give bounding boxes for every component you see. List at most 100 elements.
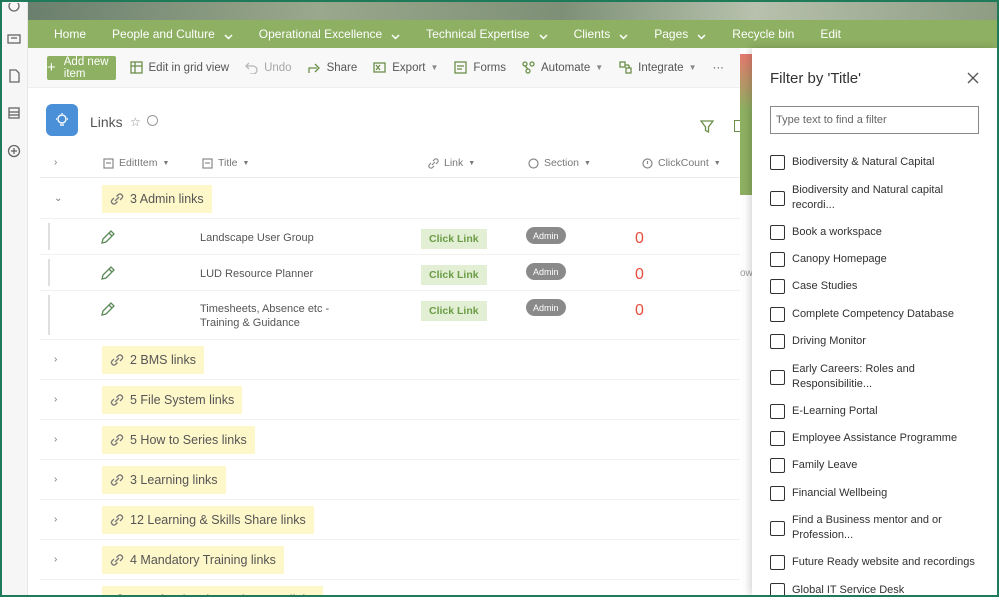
filter-checkbox[interactable]	[770, 555, 785, 570]
column-link[interactable]: Link ▼	[428, 157, 475, 169]
list-title[interactable]: Links	[90, 114, 123, 130]
filter-option[interactable]: Early Careers: Roles and Responsibilitie…	[770, 362, 985, 392]
globe-icon[interactable]	[6, 2, 22, 18]
filter-option[interactable]: Biodiversity and Natural capital recordi…	[770, 183, 985, 213]
row-title[interactable]: Landscape User Group	[200, 231, 400, 245]
more-options-button[interactable]: ···	[713, 62, 725, 74]
chevron-right-icon[interactable]: ›	[54, 434, 57, 445]
chevron-right-icon[interactable]: ›	[54, 354, 57, 365]
filter-checkbox[interactable]	[770, 155, 785, 170]
expand-all-chevron-icon[interactable]: ›	[54, 157, 57, 168]
filter-checkbox[interactable]	[770, 431, 785, 446]
chevron-down-icon[interactable]: ⌄	[54, 193, 62, 204]
filter-option[interactable]: Complete Competency Database	[770, 307, 985, 322]
favorite-star-icon[interactable]: ☆	[130, 115, 141, 129]
row-title[interactable]: LUD Resource Planner	[200, 267, 400, 281]
filter-checkbox[interactable]	[770, 334, 785, 349]
close-icon[interactable]	[967, 72, 981, 86]
filter-checkbox[interactable]	[770, 369, 785, 385]
share-button[interactable]: Share	[307, 61, 357, 74]
news-icon[interactable]	[6, 31, 22, 47]
edit-pencil-icon[interactable]	[100, 301, 116, 317]
grid-icon	[129, 61, 143, 74]
edit-grid-button[interactable]: Edit in grid view	[129, 61, 229, 74]
filter-icon[interactable]	[699, 120, 715, 134]
group-header[interactable]: ›7 Professional Development links	[40, 580, 740, 597]
filter-option[interactable]: Find a Business mentor and or Profession…	[770, 513, 985, 543]
filter-option[interactable]: Future Ready website and recordings	[770, 555, 985, 570]
filter-option[interactable]: Driving Monitor	[770, 334, 985, 349]
filter-search-input[interactable]	[770, 106, 979, 134]
filter-option[interactable]: E-Learning Portal	[770, 404, 985, 419]
group-header[interactable]: › 3 Learning links	[40, 460, 740, 500]
add-new-item-button[interactable]: + Add new item	[47, 55, 116, 80]
section-badge: Admin	[526, 227, 566, 244]
group-header[interactable]: › 5 How to Series links	[40, 420, 740, 460]
nav-item-recycle-bin[interactable]: Recycle bin	[732, 27, 794, 41]
filter-checkbox[interactable]	[770, 458, 785, 473]
row-title[interactable]: Timesheets, Absence etc - Training & Gui…	[200, 302, 350, 330]
chevron-right-icon[interactable]: ›	[54, 394, 57, 405]
row-selector[interactable]	[48, 259, 50, 286]
filter-option[interactable]: Biodiversity & Natural Capital	[770, 155, 985, 170]
chevron-down-icon	[619, 30, 628, 40]
filter-checkbox[interactable]	[770, 583, 785, 597]
column-section-label: Section	[544, 157, 580, 169]
edit-pencil-icon[interactable]	[100, 229, 116, 245]
column-section[interactable]: Section ▼	[528, 157, 591, 169]
add-circle-icon[interactable]	[6, 143, 22, 159]
filter-option[interactable]: Financial Wellbeing	[770, 486, 985, 501]
column-title[interactable]: Title ▼	[202, 157, 249, 169]
filter-checkbox[interactable]	[770, 279, 785, 294]
nav-item-people-and-culture[interactable]: People and Culture	[112, 27, 233, 41]
chevron-right-icon[interactable]: ›	[54, 474, 57, 485]
filter-checkbox[interactable]	[770, 307, 785, 322]
group-header[interactable]: › 4 Mandatory Training links	[40, 540, 740, 580]
list-icon[interactable]	[6, 105, 22, 121]
nav-item-edit[interactable]: Edit	[820, 27, 841, 41]
row-selector[interactable]	[48, 295, 50, 335]
automate-button[interactable]: Automate ▼	[522, 61, 603, 74]
filter-option[interactable]: Employee Assistance Programme	[770, 431, 985, 446]
click-link-button[interactable]: Click Link	[421, 301, 487, 321]
link-icon	[110, 513, 130, 527]
chevron-right-icon[interactable]: ›	[54, 554, 57, 565]
group-header[interactable]: › 12 Learning & Skills Share links	[40, 500, 740, 540]
nav-item-home[interactable]: Home	[54, 27, 86, 41]
filter-checkbox[interactable]	[770, 404, 785, 419]
filter-checkbox[interactable]	[770, 225, 785, 240]
filter-checkbox[interactable]	[770, 190, 785, 206]
filter-option[interactable]: Case Studies	[770, 279, 985, 294]
table-row[interactable]: Landscape User Group Click Link Admin 0	[40, 219, 740, 255]
table-row[interactable]: LUD Resource Planner Click Link Admin 0	[40, 255, 740, 291]
filter-option[interactable]: Book a workspace	[770, 225, 985, 240]
group-header[interactable]: › 2 BMS links	[40, 340, 740, 380]
click-link-button[interactable]: Click Link	[421, 229, 487, 249]
table-row[interactable]: Timesheets, Absence etc - Training & Gui…	[40, 291, 740, 340]
click-link-button[interactable]: Click Link	[421, 265, 487, 285]
filter-checkbox[interactable]	[770, 252, 785, 267]
chevron-right-icon[interactable]: ›	[54, 514, 57, 525]
integrate-button[interactable]: Integrate ▼	[619, 61, 697, 74]
filter-option[interactable]: Canopy Homepage	[770, 252, 985, 267]
edit-pencil-icon[interactable]	[100, 265, 116, 281]
column-clickcount[interactable]: ClickCount ▼	[642, 157, 721, 169]
group-header[interactable]: › 5 File System links	[40, 380, 740, 420]
undo-button[interactable]: Undo	[245, 61, 292, 74]
top-navigation: Home People and Culture Operational Excell…	[28, 20, 997, 48]
export-button[interactable]: Export ▼	[373, 61, 438, 74]
nav-item-pages[interactable]: Pages	[654, 27, 706, 41]
forms-button[interactable]: Forms	[454, 61, 506, 74]
group-header[interactable]: ⌄ 3 Admin links	[40, 179, 740, 219]
nav-item-operational-excellence[interactable]: Operational Excellence	[259, 27, 400, 41]
nav-item-technical-expertise[interactable]: Technical Expertise	[426, 27, 548, 41]
filter-checkbox[interactable]	[770, 520, 785, 536]
filter-checkbox[interactable]	[770, 486, 785, 501]
filter-option[interactable]: Global IT Service Desk	[770, 583, 985, 597]
row-selector[interactable]	[48, 223, 50, 250]
column-edititem[interactable]: EditItem ▼	[103, 157, 169, 169]
filter-option[interactable]: Family Leave	[770, 458, 985, 473]
document-icon[interactable]	[6, 68, 22, 84]
nav-item-clients[interactable]: Clients	[574, 27, 629, 41]
lightbulb-icon	[46, 104, 78, 136]
